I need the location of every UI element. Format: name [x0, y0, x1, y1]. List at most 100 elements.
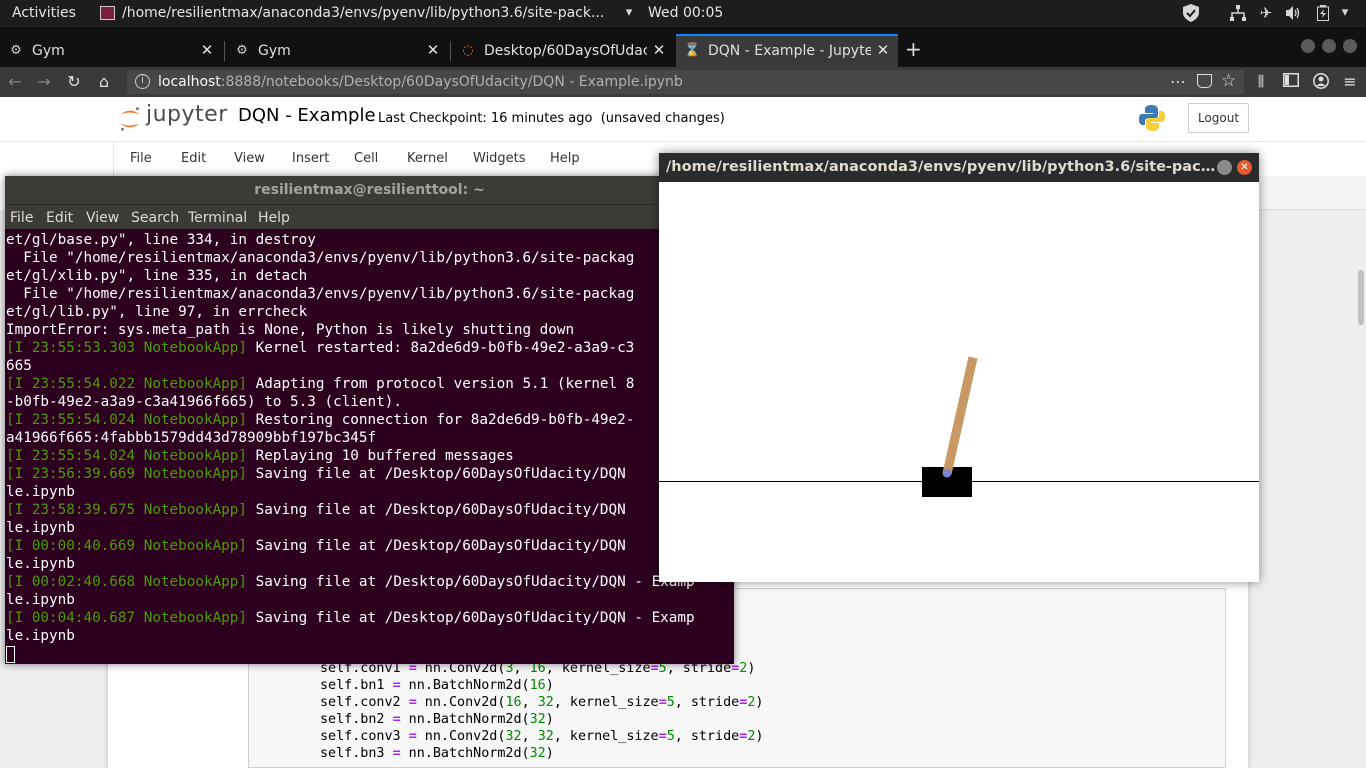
forward-arrow-icon[interactable]: → [34, 73, 54, 91]
terminal-menubar: File Edit View Search Terminal Help [5, 204, 734, 229]
minimize-button[interactable] [1301, 39, 1315, 53]
log-text: le.ipynb [6, 628, 75, 644]
gym-window-title: /home/resilientmax/anaconda3/envs/pyenv/… [666, 159, 1216, 175]
terminal-menu-view[interactable]: View [86, 210, 119, 226]
log-prefix: [I 00:04:40.687 NotebookApp] [6, 610, 248, 626]
python-logo-icon [1139, 105, 1165, 131]
info-icon[interactable]: i [135, 74, 150, 89]
checkpoint-status: Last Checkpoint: 16 minutes ago (unsaved… [378, 111, 725, 126]
code-token: ) [545, 746, 554, 761]
code-token: self.conv3 [320, 729, 409, 744]
log-text: Saving file at /Desktop/60DaysOfUdacity/… [247, 538, 626, 554]
code-token: ) [755, 695, 764, 710]
menu-file[interactable]: File [130, 151, 152, 166]
menu-kernel[interactable]: Kernel [407, 151, 448, 166]
terminal-menu-file[interactable]: File [10, 210, 33, 226]
code-line: self.conv2 = nn.Conv2d(16, 32, kernel_si… [320, 694, 763, 711]
terminal-menu-search[interactable]: Search [131, 210, 179, 226]
code-token: 32 [505, 729, 522, 744]
log-text: et/gl/base.py", line 334, in destroy [6, 232, 316, 248]
jupyter-logo-icon[interactable] [118, 105, 142, 133]
hamburger-menu-icon[interactable]: ≡ [1340, 73, 1360, 91]
page-scrollbar[interactable] [1358, 270, 1364, 325]
log-prefix: [I 23:56:39.669 NotebookApp] [6, 466, 248, 482]
menu-insert[interactable]: Insert [292, 151, 329, 166]
url-host: localhost [158, 74, 221, 90]
tab-dqn-example[interactable]: ⌛ DQN - Example - Jupyter ✕ [676, 34, 898, 68]
logout-button[interactable]: Logout [1188, 103, 1249, 133]
url-bar[interactable]: i localhost:8888/notebooks/Desktop/60Day… [127, 70, 1244, 94]
url-text[interactable]: localhost:8888/notebooks/Desktop/60DaysO… [158, 74, 683, 90]
menu-help[interactable]: Help [550, 151, 580, 166]
terminal-window[interactable]: resilientmax@resilienttool: ~ File Edit … [5, 176, 734, 664]
shield-icon[interactable] [1183, 4, 1199, 22]
airplane-mode-icon[interactable]: ✈ [1258, 5, 1274, 21]
tab-label: Gym [32, 43, 65, 59]
app-menu-title[interactable]: /home/resilientmax/anaconda3/envs/pyenv/… [122, 5, 604, 21]
navigation-toolbar: ← → ↻ ⌂ i localhost:8888/notebooks/Deskt… [0, 67, 1366, 97]
gym-minimize-button[interactable] [1217, 160, 1232, 175]
code-token: self.bn2 [320, 712, 393, 727]
menu-edit[interactable]: Edit [181, 151, 206, 166]
gym-close-button[interactable]: ✕ [1237, 160, 1252, 175]
code-cell-source[interactable]: self.conv1 = nn.Conv2d(3, 16, kernel_siz… [320, 660, 763, 762]
close-icon[interactable]: ✕ [874, 41, 892, 59]
code-line: self.bn3 = nn.BatchNorm2d(32) [320, 745, 763, 762]
tab-gym-1[interactable]: ⚙ Gym ✕ [0, 34, 222, 68]
tab-desktop-udacity[interactable]: ◌ Desktop/60DaysOfUdac ✕ [452, 34, 674, 68]
maximize-button[interactable] [1322, 39, 1336, 53]
pole [942, 356, 978, 475]
network-icon[interactable] [1230, 5, 1246, 21]
code-token: nn.BatchNorm2d( [400, 712, 530, 727]
page-actions-icon[interactable]: ⋯ [1170, 72, 1186, 91]
log-text: Adapting from protocol version 5.1 (kern… [247, 376, 635, 392]
app-window-icon [100, 6, 115, 20]
jupyter-header: jupyter DQN - Example Last Checkpoint: 1… [0, 97, 1366, 142]
bookmark-star-icon[interactable]: ☆ [1221, 71, 1236, 91]
close-icon[interactable]: ✕ [424, 41, 442, 59]
terminal-line: -b0fb-49e2-a3a9-c3a41966f665) to 5.3 (cl… [6, 393, 734, 411]
jupyter-wordmark[interactable]: jupyter [146, 102, 228, 127]
close-icon[interactable]: ✕ [198, 41, 216, 59]
code-token: , stride [674, 695, 740, 710]
log-text: et/gl/lib.py", line 97, in errcheck [6, 304, 308, 320]
log-prefix: [I 00:00:40.669 NotebookApp] [6, 538, 248, 554]
terminal-menu-edit[interactable]: Edit [46, 210, 73, 226]
menu-view[interactable]: View [234, 151, 265, 166]
terminal-titlebar[interactable]: resilientmax@resilienttool: ~ [5, 176, 734, 204]
notebook-title[interactable]: DQN - Example [238, 105, 376, 126]
menu-cell[interactable]: Cell [354, 151, 378, 166]
battery-icon[interactable] [1315, 5, 1331, 21]
code-token: nn.BatchNorm2d( [400, 746, 530, 761]
terminal-line: [I 23:56:39.669 NotebookApp] Saving file… [6, 465, 734, 483]
back-arrow-icon[interactable]: ← [5, 73, 25, 91]
menu-widgets[interactable]: Widgets [473, 151, 526, 166]
reload-icon[interactable]: ↻ [64, 73, 84, 91]
close-icon[interactable]: ✕ [650, 41, 668, 59]
pocket-icon[interactable] [1197, 74, 1212, 88]
terminal-menu-terminal[interactable]: Terminal [188, 210, 247, 226]
tab-gym-2[interactable]: ⚙ Gym ✕ [226, 34, 448, 68]
close-window-button[interactable] [1343, 39, 1357, 53]
chevron-down-icon[interactable]: ▾ [621, 5, 637, 21]
terminal-output[interactable]: et/gl/base.py", line 334, in destroy Fil… [6, 231, 734, 662]
clock[interactable]: Wed 00:05 [648, 5, 723, 21]
log-prefix: [I 23:55:54.022 NotebookApp] [6, 376, 248, 392]
sidebar-icon[interactable] [1281, 73, 1301, 91]
system-menu-chevron-icon[interactable]: ▾ [1337, 5, 1353, 21]
terminal-menu-help[interactable]: Help [258, 210, 290, 226]
tab-label: DQN - Example - Jupyter [708, 43, 871, 59]
gym-render-window[interactable]: /home/resilientmax/anaconda3/envs/pyenv/… [659, 153, 1259, 582]
log-text: Kernel restarted: 8a2de6d9-b0fb-49e2-a3a… [247, 340, 635, 356]
terminal-line: [I 23:58:39.675 NotebookApp] Saving file… [6, 501, 734, 519]
axle [942, 468, 952, 478]
volume-icon[interactable] [1285, 5, 1301, 21]
account-icon[interactable] [1311, 73, 1331, 91]
log-prefix: [I 23:55:54.024 NotebookApp] [6, 448, 248, 464]
home-icon[interactable]: ⌂ [94, 73, 114, 91]
log-text: Saving file at /Desktop/60DaysOfUdacity/… [247, 610, 695, 626]
activities-button[interactable]: Activities [12, 5, 76, 21]
library-icon[interactable]: ⫼ [1251, 73, 1271, 91]
gym-window-titlebar[interactable]: /home/resilientmax/anaconda3/envs/pyenv/… [659, 153, 1259, 182]
new-tab-button[interactable]: + [905, 39, 925, 59]
